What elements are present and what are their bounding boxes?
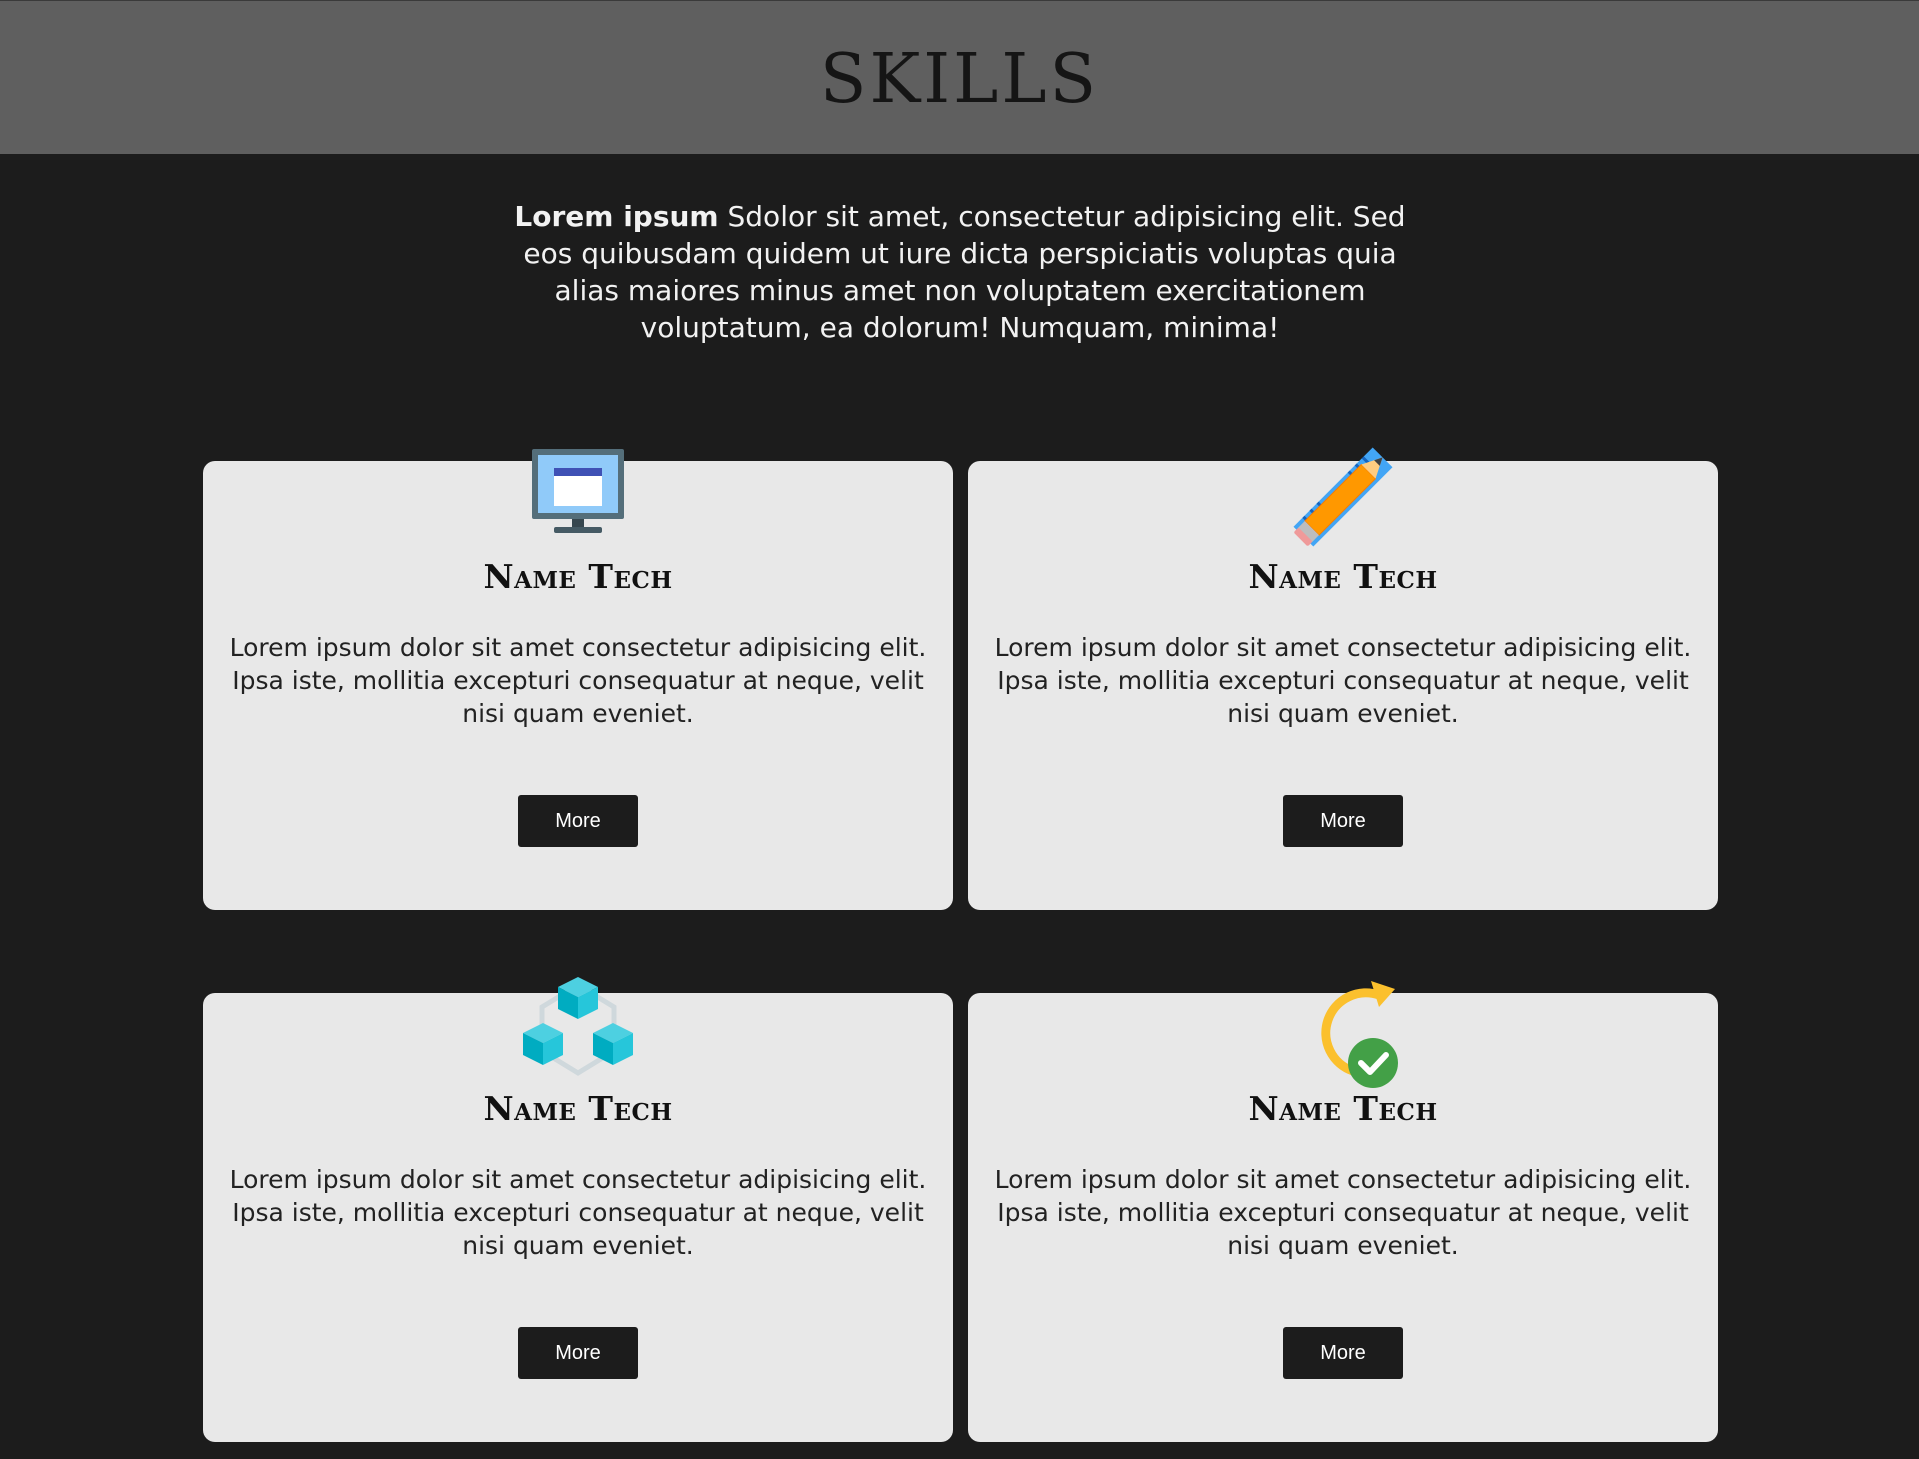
skill-card: Name Tech Lorem ipsum dolor sit amet con…: [203, 977, 953, 1442]
more-button[interactable]: More: [518, 1327, 638, 1379]
skill-card: Name Tech Lorem ipsum dolor sit amet con…: [968, 981, 1718, 1442]
intro-text: Lorem ipsum Sdolor sit amet, consectetur…: [510, 198, 1410, 346]
intro-bold: Lorem ipsum: [514, 200, 719, 233]
pencil-ruler-icon: [1281, 435, 1405, 559]
refresh-check-icon: [1281, 967, 1405, 1091]
card-description: Lorem ipsum dolor sit amet consectetur a…: [994, 1165, 1692, 1260]
monitor-icon: [516, 435, 640, 559]
more-button[interactable]: More: [1283, 795, 1403, 847]
page-header: SKILLS: [0, 0, 1919, 154]
cubes-icon: [516, 967, 640, 1091]
skill-card: Name Tech Lorem ipsum dolor sit amet con…: [968, 447, 1718, 910]
more-button[interactable]: More: [518, 795, 638, 847]
page-title: SKILLS: [819, 40, 1100, 119]
card-title: Name Tech: [483, 1089, 673, 1128]
card-description: Lorem ipsum dolor sit amet consectetur a…: [229, 1165, 927, 1260]
card-title: Name Tech: [1248, 1089, 1438, 1128]
card-title: Name Tech: [1248, 557, 1438, 596]
card-description: Lorem ipsum dolor sit amet consectetur a…: [994, 633, 1692, 728]
card-description: Lorem ipsum dolor sit amet consectetur a…: [229, 633, 927, 728]
card-title: Name Tech: [483, 557, 673, 596]
more-button[interactable]: More: [1283, 1327, 1403, 1379]
skill-card: Name Tech Lorem ipsum dolor sit amet con…: [203, 449, 953, 910]
